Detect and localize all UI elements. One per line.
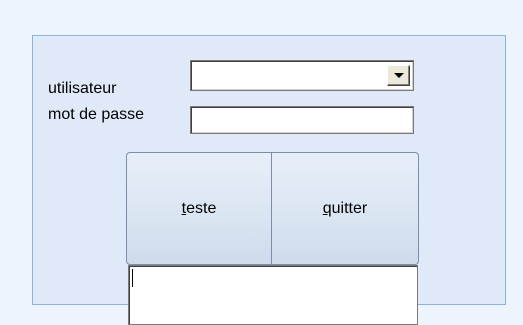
password-label: mot de passe [48,106,145,123]
quitter-mnemonic: q [322,199,332,217]
login-panel: utilisateur mot de passe t este q uitter [32,35,506,325]
password-field[interactable] [190,106,414,134]
text-caret [132,269,133,287]
login-window: utilisateur mot de passe t este q uitter [0,0,523,325]
user-combobox[interactable] [190,60,414,91]
teste-button[interactable]: t este [126,152,272,265]
output-memo[interactable] [128,265,418,325]
combobox-dropdown-button[interactable] [387,65,410,86]
dropdown-arrow-icon [393,73,404,78]
quitter-label: uitter [331,199,368,217]
teste-label: este [186,199,217,217]
user-label: utilisateur [48,80,117,97]
quitter-button[interactable]: q uitter [271,152,419,265]
